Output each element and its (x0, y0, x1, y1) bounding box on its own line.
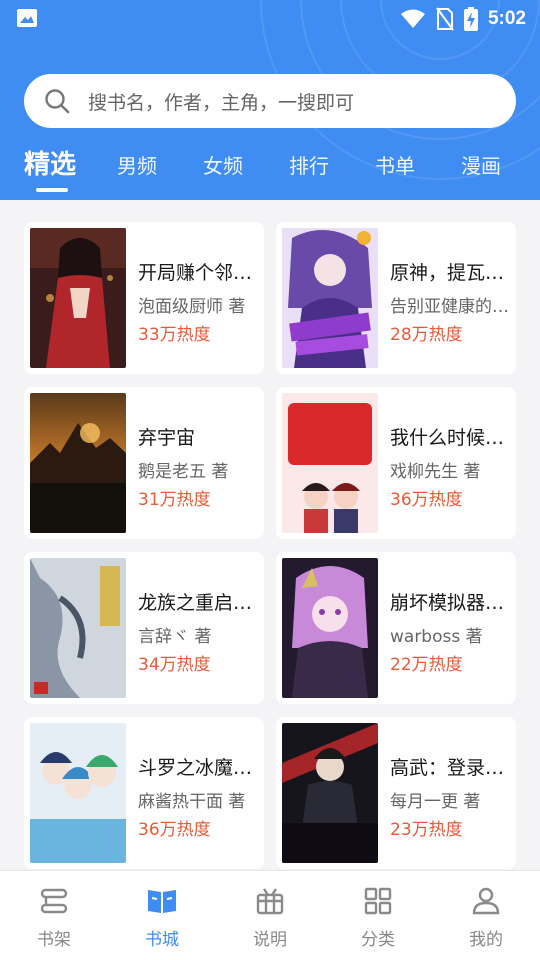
book-cover (30, 228, 126, 368)
tab-featured[interactable]: 精选 (24, 144, 76, 181)
book-title: 原神，提瓦特全靠我了 (390, 262, 512, 284)
search-placeholder: 搜书名，作者，主角，一搜即可 (88, 91, 355, 114)
nav-label: 分类 (361, 930, 395, 950)
book-author: 麻酱热干面 著 (138, 792, 246, 812)
book-heat: 36万热度 (390, 490, 463, 510)
nav-label: 说明 (253, 930, 287, 950)
book-card[interactable]: 崩坏模拟器什么鬼 warboss 著 22万热度 (276, 552, 516, 704)
book-heat: 34万热度 (138, 655, 211, 675)
book-card[interactable]: 原神，提瓦特全靠我了 告别亚健康的鱼 著 28万热度 (276, 222, 516, 374)
book-author: 泡面级厨师 著 (138, 297, 246, 317)
battery-charging-icon (463, 7, 478, 31)
nav-bookshelf[interactable]: 书架 (0, 871, 108, 960)
book-card[interactable]: 弃宇宙 鹅是老五 著 31万热度 (24, 387, 264, 539)
header: 5:02 搜书名，作者，主角，一搜即可 精选 男频 女频 排行 书单 漫画 (0, 0, 540, 200)
wifi-icon (400, 9, 425, 28)
nav-profile[interactable]: 我的 (432, 871, 540, 960)
book-heat: 36万热度 (138, 820, 211, 840)
book-heat: 22万热度 (390, 655, 463, 675)
book-open-icon (148, 890, 176, 913)
nav-bookstore[interactable]: 书城 (108, 871, 216, 960)
book-title: 龙族之重启世界 (138, 592, 260, 614)
nav-categories[interactable]: 分类 (324, 871, 432, 960)
book-heat: 31万热度 (138, 490, 211, 510)
book-card[interactable]: 我什么时候无敌了 戏柳先生 著 36万热度 (276, 387, 516, 539)
book-author: 告别亚健康的鱼 著 (390, 297, 512, 317)
book-cover (282, 558, 378, 698)
book-title: 高武：登录未来 (390, 757, 512, 779)
book-title: 崩坏模拟器什么鬼 (390, 592, 512, 614)
book-cover (30, 393, 126, 533)
book-author: 鹅是老五 著 (138, 462, 229, 482)
nav-label: 书城 (145, 930, 179, 950)
book-grid: 开局赚个邻居当媳妇 泡面级厨师 著 33万热度 原神，提瓦特全靠我了 告别亚健康… (0, 200, 540, 870)
book-card[interactable]: 开局赚个邻居当媳妇 泡面级厨师 著 33万热度 (24, 222, 264, 374)
book-cover (282, 228, 378, 368)
search-bar[interactable]: 搜书名，作者，主角，一搜即可 (24, 74, 516, 128)
book-cover (30, 723, 126, 863)
book-author: 戏柳先生 著 (390, 462, 481, 482)
book-author: warboss 著 (390, 627, 483, 647)
category-tabs: 精选 男频 女频 排行 书单 漫画 (0, 140, 540, 196)
tab-indicator (36, 188, 68, 192)
bottom-nav: 书架 书城 说明 分类 我的 (0, 870, 540, 960)
book-title: 我什么时候无敌了 (390, 427, 512, 449)
book-cover (282, 723, 378, 863)
book-title: 开局赚个邻居当媳妇 (138, 262, 260, 284)
tab-ranking[interactable]: 排行 (289, 150, 329, 179)
tab-comics[interactable]: 漫画 (461, 150, 501, 179)
bookshelf-icon (40, 888, 68, 914)
search-icon (45, 89, 70, 114)
book-author: 每月一更 著 (390, 792, 481, 812)
tab-female[interactable]: 女频 (203, 150, 243, 179)
person-icon (472, 887, 500, 915)
nav-label: 书架 (37, 930, 71, 950)
status-bar: 5:02 (0, 0, 540, 38)
no-sim-icon (436, 7, 454, 31)
nav-instructions[interactable]: 说明 (216, 871, 324, 960)
tab-booklist[interactable]: 书单 (375, 150, 415, 179)
book-cover (282, 393, 378, 533)
book-title: 弃宇宙 (138, 427, 196, 449)
tab-male[interactable]: 男频 (117, 150, 157, 179)
nav-label: 我的 (469, 930, 503, 950)
book-heat: 28万热度 (390, 325, 463, 345)
book-title: 斗罗之冰魔雨浩 (138, 757, 260, 779)
status-time: 5:02 (487, 8, 526, 29)
book-card[interactable]: 龙族之重启世界 言辞ヾ 著 34万热度 (24, 552, 264, 704)
grid-icon (364, 887, 392, 915)
book-author: 言辞ヾ 著 (138, 627, 212, 647)
book-card[interactable]: 斗罗之冰魔雨浩 麻酱热干面 著 36万热度 (24, 717, 264, 869)
book-heat: 33万热度 (138, 325, 211, 345)
gift-icon (256, 888, 284, 915)
image-icon (17, 9, 37, 27)
book-cover (30, 558, 126, 698)
book-card[interactable]: 高武：登录未来 每月一更 著 23万热度 (276, 717, 516, 869)
book-heat: 23万热度 (390, 820, 463, 840)
